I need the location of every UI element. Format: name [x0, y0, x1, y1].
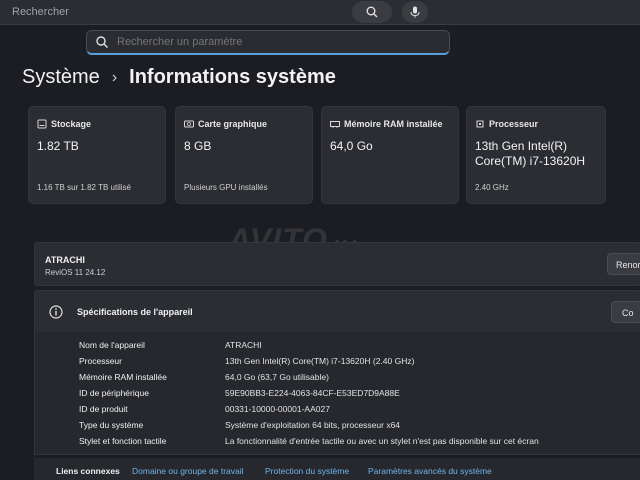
- spec-value: ATRACHI: [225, 340, 262, 350]
- card-subtext: 1.16 TB sur 1.82 TB utilisé: [37, 183, 131, 192]
- processor-icon: [476, 120, 484, 128]
- card-value-line: 13th Gen Intel(R): [475, 139, 568, 153]
- related-links-label: Liens connexes: [56, 466, 120, 476]
- spec-row: ID de périphérique 59E90BB3-E224-4063-84…: [79, 388, 639, 404]
- spec-row: Nom de l'appareil ATRACHI: [79, 340, 639, 356]
- gpu-card[interactable]: Carte graphique 8 GB Plusieurs GPU insta…: [175, 106, 313, 204]
- browser-toolbar: Rechercher: [0, 0, 640, 25]
- link-system-protection[interactable]: Protection du système: [265, 466, 349, 476]
- device-specs-table: Nom de l'appareil ATRACHI Processeur 13t…: [34, 332, 640, 455]
- spec-row: Processeur 13th Gen Intel(R) Core(TM) i7…: [79, 356, 639, 372]
- device-specs-header[interactable]: Spécifications de l'appareil Co: [34, 290, 640, 334]
- os-version: ReviOS 11 24.12: [45, 268, 106, 277]
- spec-key: Type du système: [79, 420, 144, 430]
- spec-key: Processeur: [79, 356, 122, 366]
- spec-row: Type du système Système d'exploitation 6…: [79, 420, 639, 436]
- breadcrumb-separator: ›: [111, 68, 118, 86]
- voice-search-button[interactable]: [402, 1, 428, 23]
- spec-value: 59E90BB3-E224-4063-84CF-E53ED7D9A88E: [225, 388, 400, 398]
- card-subtext: 2.40 GHz: [475, 183, 509, 192]
- spec-value: La fonctionnalité d'entrée tactile ou av…: [225, 436, 539, 446]
- card-value-line: Core(TM) i7-13620H: [475, 154, 586, 168]
- storage-card[interactable]: Stockage 1.82 TB 1.16 TB sur 1.82 TB uti…: [28, 106, 166, 204]
- spec-value: 00331-10000-00001-AA027: [225, 404, 330, 414]
- specs-title: Spécifications de l'appareil: [77, 307, 193, 317]
- breadcrumb: Système › Informations système: [22, 66, 336, 89]
- rename-button[interactable]: Renor: [607, 253, 640, 275]
- spec-value: 13th Gen Intel(R) Core(TM) i7-13620H (2.…: [225, 356, 415, 366]
- page-title: Informations système: [129, 66, 336, 88]
- search-icon: [96, 36, 108, 48]
- card-label: Carte graphique: [198, 119, 268, 129]
- microphone-icon: [410, 6, 420, 18]
- card-label: Mémoire RAM installée: [344, 119, 443, 129]
- card-label: Processeur: [489, 119, 539, 129]
- breadcrumb-parent[interactable]: Système: [22, 66, 100, 89]
- device-name: ATRACHI: [45, 255, 85, 265]
- storage-icon: [37, 119, 47, 129]
- card-subtext: Plusieurs GPU installés: [184, 183, 268, 192]
- link-advanced-system-settings[interactable]: Paramètres avancés du système: [368, 466, 492, 476]
- spec-value: 64,0 Go (63,7 Go utilisable): [225, 372, 329, 382]
- spec-row: Stylet et fonction tactile La fonctionna…: [79, 436, 639, 452]
- spec-key: ID de produit: [79, 404, 128, 414]
- spec-key: Nom de l'appareil: [79, 340, 145, 350]
- ram-icon: [330, 121, 340, 128]
- browser-search-input[interactable]: Rechercher: [12, 3, 352, 21]
- card-value: 64,0 Go: [330, 139, 373, 153]
- processor-card[interactable]: Processeur 13th Gen Intel(R) Core(TM) i7…: [466, 106, 606, 204]
- card-value: 13th Gen Intel(R) Core(TM) i7-13620H: [475, 139, 585, 169]
- spec-row: Mémoire RAM installée 64,0 Go (63,7 Go u…: [79, 372, 639, 388]
- gpu-icon: [184, 120, 194, 128]
- info-icon: [49, 305, 63, 319]
- spec-key: Mémoire RAM installée: [79, 372, 167, 382]
- spec-key: Stylet et fonction tactile: [79, 436, 167, 446]
- device-name-section: ATRACHI ReviOS 11 24.12 Renor: [34, 242, 640, 286]
- card-value: 8 GB: [184, 139, 212, 153]
- spec-value: Système d'exploitation 64 bits, processe…: [225, 420, 401, 430]
- spec-row: ID de produit 00331-10000-00001-AA027: [79, 404, 639, 420]
- related-links: Liens connexes Domaine ou groupe de trav…: [34, 458, 640, 480]
- settings-search-input[interactable]: [115, 35, 439, 49]
- browser-search-button[interactable]: [352, 1, 392, 23]
- spec-key: ID de périphérique: [79, 388, 149, 398]
- search-icon: [366, 6, 378, 18]
- copy-button[interactable]: Co: [611, 301, 640, 323]
- link-domain-workgroup[interactable]: Domaine ou groupe de travail: [132, 466, 244, 476]
- ram-card[interactable]: Mémoire RAM installée 64,0 Go: [321, 106, 459, 204]
- settings-search-field[interactable]: [86, 30, 450, 55]
- card-value: 1.82 TB: [37, 139, 79, 153]
- card-label: Stockage: [51, 119, 92, 129]
